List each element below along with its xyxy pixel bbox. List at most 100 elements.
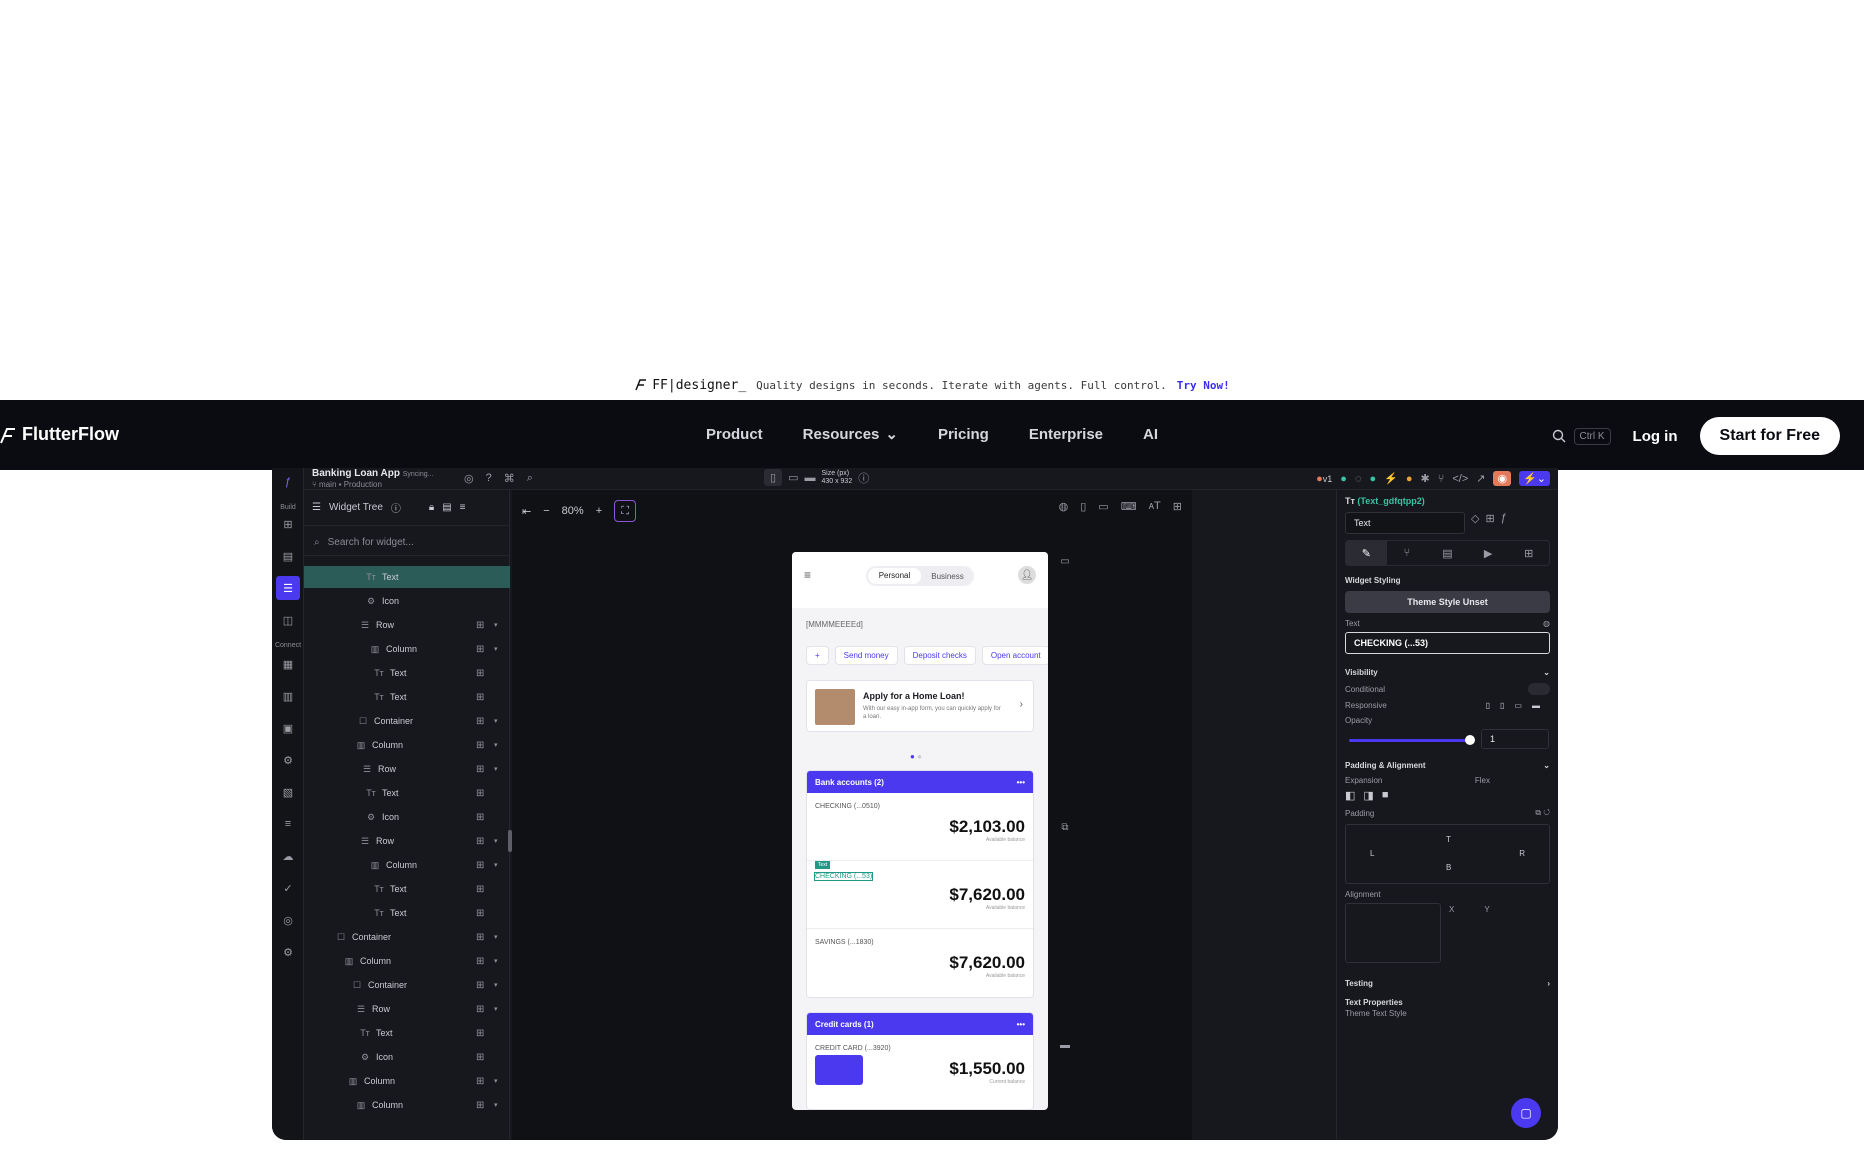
tree-row[interactable]: ⚙ Icon ⊞ — [304, 1046, 510, 1068]
media-icon[interactable]: ▧ — [280, 784, 296, 800]
chip-send-money[interactable]: Send money — [834, 646, 898, 665]
status-icon[interactable]: ● — [1370, 473, 1377, 485]
account-row[interactable]: Text CHECKING (...53) $7,620.00 Availabl… — [807, 861, 1033, 929]
row-menu-icon[interactable]: ▾ — [494, 1077, 498, 1085]
text-scale-icon[interactable]: ᴀT — [1149, 500, 1161, 513]
widget-type-field[interactable]: Text — [1345, 512, 1465, 534]
menu-enterprise[interactable]: Enterprise — [1029, 425, 1103, 443]
layers-icon[interactable]: ▤ — [442, 502, 451, 513]
nav-search[interactable]: Ctrl K — [1552, 427, 1611, 445]
collapse-icon[interactable]: ≡ — [460, 502, 466, 513]
menu-resources[interactable]: Resources ⌄ — [803, 425, 898, 444]
ai-icon[interactable]: ◎ — [464, 472, 474, 485]
row-menu-icon[interactable]: ▾ — [494, 957, 498, 965]
panel-splitter[interactable] — [508, 830, 512, 852]
wrap-widget-icon[interactable]: ⊞ — [476, 836, 484, 847]
widget-tree-icon[interactable]: ☰ — [276, 576, 300, 600]
phone-preview[interactable]: ≡ Personal Business 👤︎ [MMMMEEEEd] + Sen… — [792, 552, 1048, 1110]
row-menu-icon[interactable]: ▾ — [494, 765, 498, 773]
tab-add-icon[interactable]: ⊞ — [1508, 541, 1549, 565]
tree-row[interactable]: ▥ Column ⊞ ▾ — [304, 1094, 510, 1116]
wrap-widget-icon[interactable]: ⊞ — [476, 620, 484, 631]
row-menu-icon[interactable]: ▾ — [494, 717, 498, 725]
tree-row[interactable]: Tт Text ⊞ — [304, 1022, 510, 1044]
wrap-widget-icon[interactable]: ⊞ — [476, 1028, 484, 1039]
tab-properties-icon[interactable]: ✎ — [1346, 541, 1387, 565]
wrap-widget-icon[interactable]: ⊞ — [476, 1004, 484, 1015]
chip-open-account[interactable]: Open account — [981, 646, 1048, 665]
tree-row[interactable]: ☐ Container ⊞ ▾ — [304, 710, 510, 732]
desktop-device-icon[interactable]: ▬ — [804, 472, 815, 484]
padding-left[interactable]: L — [1370, 849, 1374, 858]
padding-right[interactable]: R — [1519, 849, 1525, 858]
wrap-widget-icon[interactable]: ⊞ — [476, 740, 484, 751]
globe-icon[interactable]: ◍ — [1543, 619, 1550, 628]
copy-icon[interactable]: ⧉ ↺ — [1535, 808, 1550, 818]
tree-row[interactable]: ⚙ Icon — [304, 590, 510, 612]
lock-icon[interactable]: 🔒︎ — [429, 502, 434, 513]
wrap-widget-icon[interactable]: ⊞ — [476, 980, 484, 991]
check-icon[interactable]: ● — [1340, 473, 1347, 485]
promo-card[interactable]: Apply for a Home Loan! With our easy in-… — [806, 680, 1034, 732]
row-menu-icon[interactable]: ▾ — [494, 1101, 498, 1109]
zoom-out-button[interactable]: − — [543, 505, 549, 517]
tablet-device-icon[interactable]: ▭ — [788, 471, 798, 484]
tree-row[interactable]: Tт Text ⊞ — [304, 878, 510, 900]
opacity-slider[interactable]: 1 — [1345, 729, 1550, 751]
row-menu-icon[interactable]: ▾ — [494, 621, 498, 629]
tree-row[interactable]: ☐ Container ⊞ ▾ — [304, 926, 510, 948]
tree-row[interactable]: Tт Text ⊞ — [304, 686, 510, 708]
bottom-bar-icon[interactable]: ▬ — [1057, 1038, 1073, 1052]
wrap-widget-icon[interactable]: ⊞ — [476, 1100, 484, 1111]
wrap-widget-icon[interactable]: ⊞ — [476, 860, 484, 871]
duplicate-icon[interactable]: ⧉ — [1057, 820, 1073, 834]
layout-icon[interactable]: ⊞ — [1173, 500, 1182, 513]
tree-row[interactable]: Tт Text ⊞ — [304, 662, 510, 684]
widget-search[interactable]: ⌕ Search for widget... — [304, 530, 509, 556]
integrations-icon[interactable]: ⚙ — [280, 752, 296, 768]
project-branch[interactable]: ⑂ main ▪ Production — [312, 480, 382, 489]
row-menu-icon[interactable]: ▾ — [494, 861, 498, 869]
tab-backend-icon[interactable]: ▤ — [1427, 541, 1468, 565]
branch-compare-icon[interactable]: ⑂ — [1438, 473, 1445, 485]
tree-row[interactable]: ⚙ Icon ⊞ — [304, 806, 510, 828]
row-menu-icon[interactable]: ▾ — [494, 645, 498, 653]
phone-device-icon[interactable]: ▯ — [764, 469, 783, 486]
add-page-icon[interactable]: ⊞ — [280, 516, 296, 532]
widget-search-input[interactable]: Search for widget... — [328, 537, 414, 548]
code-icon[interactable]: </> — [1452, 473, 1468, 485]
version-icon[interactable]: ●v1 — [1316, 473, 1332, 485]
credit-row[interactable]: CREDIT CARD (...3920) $1,550.00 Current … — [807, 1035, 1033, 1103]
conditional-toggle[interactable] — [1528, 683, 1550, 695]
login-link[interactable]: Log in — [1633, 428, 1678, 445]
keyboard-icon[interactable]: ⌨ — [1121, 500, 1137, 513]
language-icon[interactable]: ◍ — [1059, 500, 1069, 513]
wrap-widget-icon[interactable]: ⊞ — [476, 884, 484, 895]
design-canvas[interactable]: ⇤ − 80% + ⛶ ◍ ▯ ▭ ⌨ ᴀT ⊞ ≡ Personal Busi… — [508, 490, 1192, 1140]
open-external-icon[interactable]: ↗ — [1476, 472, 1485, 485]
alignment-grid[interactable] — [1345, 903, 1441, 963]
tree-row[interactable]: Tт Text — [304, 566, 510, 588]
phone-preview-icon[interactable]: ▯ — [1080, 500, 1086, 513]
account-type-toggle[interactable]: Personal Business — [866, 566, 974, 586]
account-row[interactable]: SAVINGS (...1830) $7,620.00 Available ba… — [807, 929, 1033, 997]
agents-icon[interactable]: ◎ — [280, 912, 296, 928]
tab-business[interactable]: Business — [921, 572, 974, 581]
search-icon[interactable]: ⌕ — [527, 472, 533, 485]
settings-icon[interactable]: ⚙ — [280, 944, 296, 960]
menu-product[interactable]: Product — [706, 425, 763, 443]
tree-row[interactable]: ☰ Row ⊞ ▾ — [304, 614, 510, 636]
tab-personal[interactable]: Personal — [868, 568, 921, 584]
wrap-widget-icon[interactable]: ⊞ — [476, 908, 484, 919]
account-name-selected[interactable]: CHECKING (...53) — [813, 872, 874, 881]
expansion-expanded-icon[interactable]: ■ — [1382, 789, 1389, 802]
tree-row[interactable]: ☰ Row ⊞ ▾ — [304, 830, 510, 852]
chip-add[interactable]: + — [806, 646, 829, 665]
opacity-knob[interactable] — [1465, 735, 1475, 745]
row-menu-icon[interactable]: ▾ — [494, 981, 498, 989]
wrap-widget-icon[interactable]: ⊞ — [476, 644, 484, 655]
chat-support-icon[interactable]: ▢ — [1511, 1098, 1541, 1128]
components-icon[interactable]: ◫ — [280, 612, 296, 628]
tree-row[interactable]: ▥ Column ⊞ ▾ — [304, 1070, 510, 1092]
collapse-panel-icon[interactable]: ⇤ — [522, 505, 531, 518]
